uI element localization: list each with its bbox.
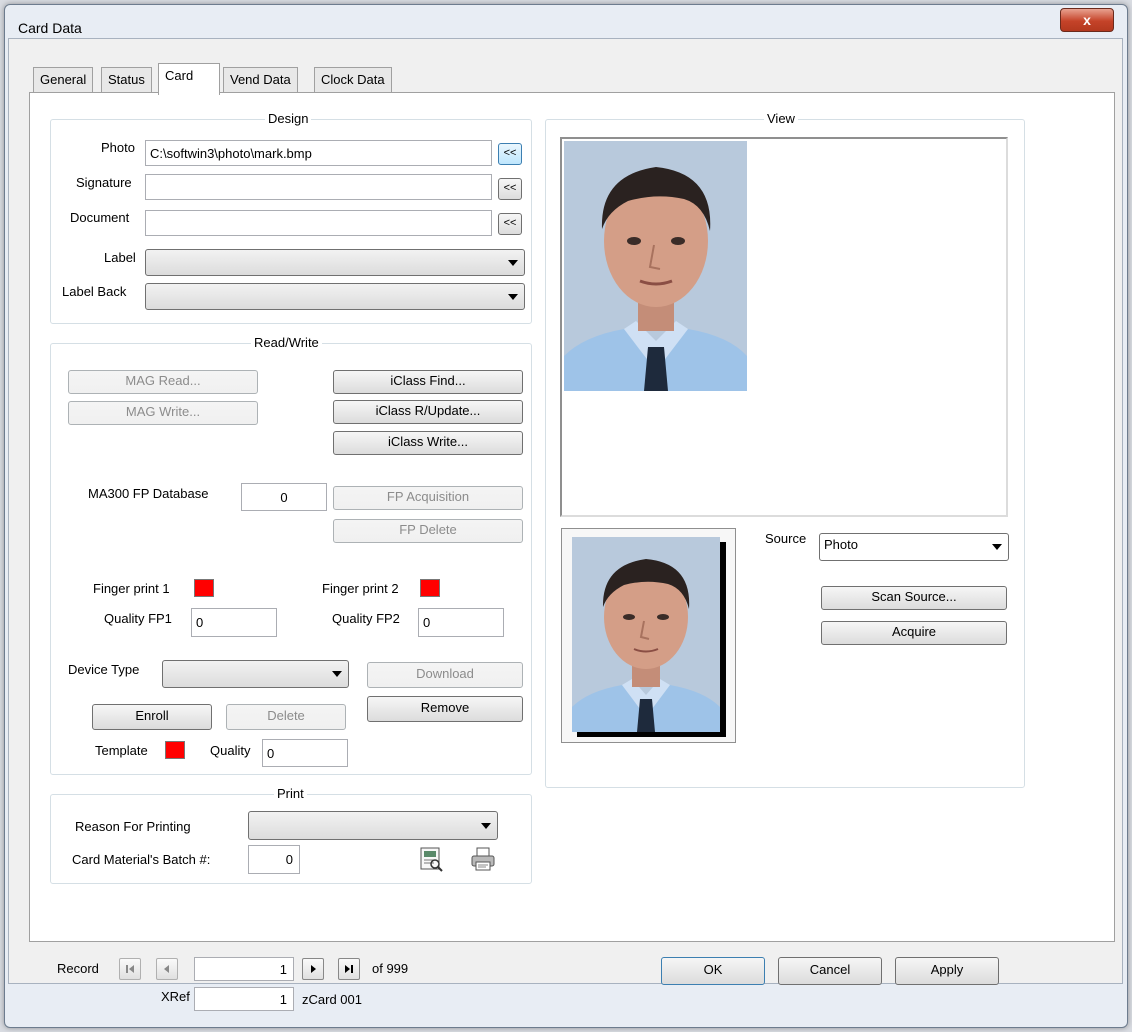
reason-for-printing-select[interactable]: [248, 811, 498, 840]
label-label: Label: [104, 250, 136, 265]
photo-view-frame: [560, 137, 1008, 517]
device-type-label: Device Type: [68, 662, 140, 677]
tab-label: Status: [108, 72, 145, 87]
chevron-down-icon: [508, 293, 518, 300]
photo-browse-button[interactable]: <<: [498, 143, 522, 165]
photo-path-input[interactable]: [145, 140, 492, 166]
mag-read-button[interactable]: MAG Read...: [68, 370, 258, 394]
last-record-button[interactable]: [338, 958, 360, 980]
quality-label: Quality: [210, 743, 251, 758]
xref-label: XRef: [161, 989, 190, 1004]
chevron-down-icon: [508, 259, 518, 266]
next-record-icon: [311, 965, 316, 973]
previous-record-button[interactable]: [156, 958, 178, 980]
tab-status[interactable]: Status: [101, 67, 152, 93]
document-label: Document: [70, 210, 130, 225]
quality-fp2-input[interactable]: [418, 608, 504, 637]
chevron-down-icon: [481, 822, 491, 829]
tab-label: Clock Data: [321, 72, 385, 87]
close-button[interactable]: x: [1060, 8, 1114, 32]
printer-icon[interactable]: [470, 846, 496, 872]
label-back-label: Label Back: [62, 284, 127, 299]
scan-source-button[interactable]: Scan Source...: [821, 586, 1007, 610]
document-path-input[interactable]: [145, 210, 492, 236]
photo-label: Photo: [101, 140, 135, 155]
mag-write-button[interactable]: MAG Write...: [68, 401, 258, 425]
fp-database-input[interactable]: [241, 483, 327, 511]
tab-vend-data[interactable]: Vend Data: [223, 67, 298, 93]
document-browse-button[interactable]: <<: [498, 213, 522, 235]
xref-name: zCard 001: [302, 992, 362, 1007]
fp-delete-button[interactable]: FP Delete: [333, 519, 523, 543]
record-total: of 999: [372, 961, 409, 976]
print-title: Print: [274, 786, 307, 801]
template-label: Template: [95, 743, 148, 758]
fingerprint1-label: Finger print 1: [93, 581, 170, 596]
first-record-icon: [126, 965, 134, 973]
previous-record-icon: [164, 965, 169, 973]
tab-label: Vend Data: [230, 72, 291, 87]
delete-button[interactable]: Delete: [226, 704, 346, 730]
close-icon: x: [1083, 12, 1091, 28]
signature-browse-button[interactable]: <<: [498, 178, 522, 200]
chevron-down-icon: [332, 671, 342, 677]
signature-path-input[interactable]: [145, 174, 492, 200]
readwrite-title: Read/Write: [251, 335, 322, 350]
print-preview-icon[interactable]: [418, 846, 444, 872]
remove-button[interactable]: Remove: [367, 696, 523, 722]
batch-number-label: Card Material's Batch #:: [72, 852, 211, 867]
fingerprint2-label: Finger print 2: [322, 581, 399, 596]
ok-button[interactable]: OK: [661, 957, 765, 985]
quality-fp1-label: Quality FP1: [104, 611, 172, 626]
signature-label: Signature: [76, 175, 132, 190]
fp-acquisition-button[interactable]: FP Acquisition: [333, 486, 523, 510]
iclass-find-button[interactable]: iClass Find...: [333, 370, 523, 394]
quality-fp2-label: Quality FP2: [332, 611, 400, 626]
xref-input[interactable]: [194, 987, 294, 1011]
tab-label: Card: [165, 68, 194, 83]
label-select[interactable]: [145, 249, 525, 276]
enroll-button[interactable]: Enroll: [92, 704, 212, 730]
batch-number-input[interactable]: [248, 845, 300, 874]
source-select-value: Photo: [824, 537, 858, 552]
iclass-update-button[interactable]: iClass R/Update...: [333, 400, 523, 424]
fp-database-label: MA300 FP Database: [88, 486, 209, 501]
iclass-write-button[interactable]: iClass Write...: [333, 431, 523, 455]
template-status-indicator: [165, 741, 185, 759]
source-select[interactable]: Photo: [819, 533, 1009, 561]
tab-clock-data[interactable]: Clock Data: [314, 67, 392, 93]
device-type-select[interactable]: [162, 660, 349, 688]
label-back-select[interactable]: [145, 283, 525, 310]
tab-general[interactable]: General: [33, 67, 94, 93]
design-title: Design: [265, 111, 312, 126]
portrait-photo: [564, 141, 747, 391]
source-label: Source: [765, 531, 807, 546]
last-record-icon: [345, 965, 353, 973]
reason-for-printing-label: Reason For Printing: [75, 819, 191, 834]
fingerprint1-status-indicator: [194, 579, 214, 597]
record-number-input[interactable]: [194, 957, 294, 981]
quality-fp1-input[interactable]: [191, 608, 277, 637]
apply-button[interactable]: Apply: [895, 957, 999, 985]
tab-card[interactable]: Card: [158, 63, 220, 95]
download-button[interactable]: Download: [367, 662, 523, 688]
thumbnail-photo: [572, 537, 726, 737]
card-photo-thumbnail: [561, 528, 736, 743]
cancel-button[interactable]: Cancel: [778, 957, 882, 985]
window-title: Card Data: [18, 20, 82, 36]
view-title: View: [764, 111, 798, 126]
acquire-button[interactable]: Acquire: [821, 621, 1007, 645]
fingerprint2-status-indicator: [420, 579, 440, 597]
next-record-button[interactable]: [302, 958, 324, 980]
record-label: Record: [57, 961, 99, 976]
first-record-button[interactable]: [119, 958, 141, 980]
tab-label: General: [40, 72, 87, 87]
chevron-down-icon: [992, 544, 1002, 550]
quality-input[interactable]: [262, 739, 348, 767]
